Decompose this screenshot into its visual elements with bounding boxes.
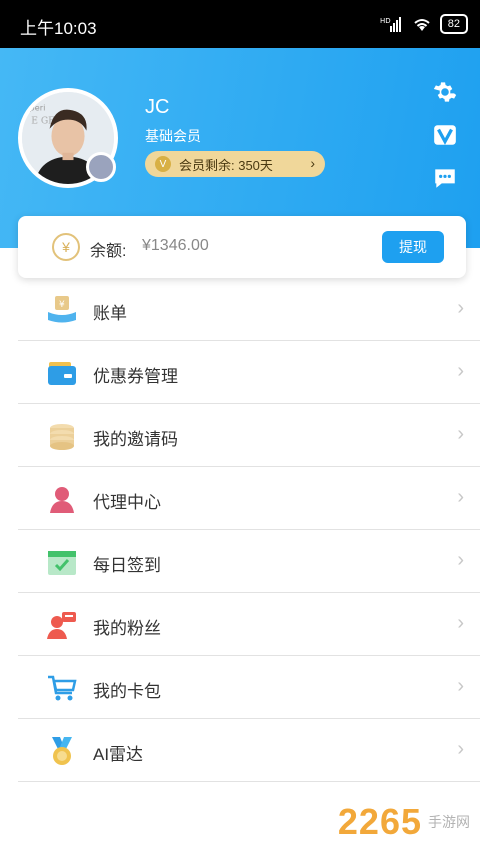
watermark: 2265 手游网 <box>338 801 470 843</box>
badge-icon <box>86 152 116 182</box>
username: JC <box>145 96 170 118</box>
calendar-icon <box>48 551 76 575</box>
balance-amount: ¥1346.00 <box>142 237 209 254</box>
menu-item-label: 优惠券管理 <box>93 367 178 386</box>
menu-item-label: 我的卡包 <box>93 682 161 701</box>
chevron-right-icon: › <box>457 297 464 319</box>
chevron-right-icon: › <box>457 423 464 445</box>
menu-item-checkin[interactable]: 每日签到 › <box>18 530 480 593</box>
menu-list: ¥ 账单 › 优惠券管理 › 我的邀请码 › 代理中心 › 每日签到 › 我的粉… <box>18 278 480 782</box>
yen-icon: ¥ <box>52 233 80 261</box>
menu-item-cardwallet[interactable]: 我的卡包 › <box>18 656 480 719</box>
svg-text:peri: peri <box>29 102 45 112</box>
menu-item-label: 账单 <box>93 304 127 323</box>
chevron-right-icon: › <box>457 675 464 697</box>
balance-label: 余额: <box>90 243 127 260</box>
status-icons: HD 82 <box>380 14 468 34</box>
menu-item-bill[interactable]: ¥ 账单 › <box>18 278 480 341</box>
fans-icon <box>47 612 76 639</box>
status-time: 上午10:03 <box>20 19 97 38</box>
svg-text:HD: HD <box>380 17 391 25</box>
chevron-right-icon: › <box>310 155 315 171</box>
wifi-icon <box>414 19 430 31</box>
menu-item-label: 每日签到 <box>93 556 161 575</box>
signal-icon: HD <box>380 17 401 32</box>
chevron-right-icon: › <box>457 738 464 760</box>
chevron-right-icon: › <box>457 612 464 634</box>
menu-item-agent[interactable]: 代理中心 › <box>18 467 480 530</box>
menu-item-fans[interactable]: 我的粉丝 › <box>18 593 480 656</box>
message-icon[interactable] <box>432 165 458 191</box>
cart-icon <box>48 675 77 701</box>
menu-item-label: 我的粉丝 <box>93 619 161 638</box>
medal-icon <box>52 737 72 765</box>
menu-item-label: AI雷达 <box>93 745 144 764</box>
battery-icon: 82 <box>439 14 468 34</box>
menu-item-coupon[interactable]: 优惠券管理 › <box>18 341 480 404</box>
chevron-right-icon: › <box>457 360 464 382</box>
agent-icon <box>50 487 74 513</box>
chevron-right-icon: › <box>457 486 464 508</box>
vip-badge-icon: V <box>155 156 171 172</box>
vip-icon[interactable] <box>432 122 458 148</box>
withdraw-button[interactable]: 提现 <box>382 231 444 263</box>
balance-card: ¥ 余额: ¥1346.00 提现 <box>18 216 466 278</box>
membership-remaining-text: 会员剩余: 350天 <box>179 157 273 173</box>
watermark-site: 手游网 <box>428 814 470 830</box>
svg-text:¥: ¥ <box>59 300 65 310</box>
bill-icon: ¥ <box>48 296 76 323</box>
watermark-number: 2265 <box>337 801 422 842</box>
status-bar: 上午10:03 HD 82 <box>0 0 480 48</box>
menu-item-ai-radar[interactable]: AI雷达 › <box>18 719 480 782</box>
menu-item-invite[interactable]: 我的邀请码 › <box>18 404 480 467</box>
menu-item-label: 我的邀请码 <box>93 430 178 449</box>
settings-icon[interactable] <box>432 79 458 105</box>
membership-remaining-button[interactable]: V 会员剩余: 350天 › <box>145 151 325 177</box>
chevron-right-icon: › <box>457 549 464 571</box>
coupon-icon <box>48 362 76 385</box>
member-level: 基础会员 <box>145 128 201 144</box>
menu-item-label: 代理中心 <box>93 493 161 512</box>
invite-icon <box>50 424 74 450</box>
